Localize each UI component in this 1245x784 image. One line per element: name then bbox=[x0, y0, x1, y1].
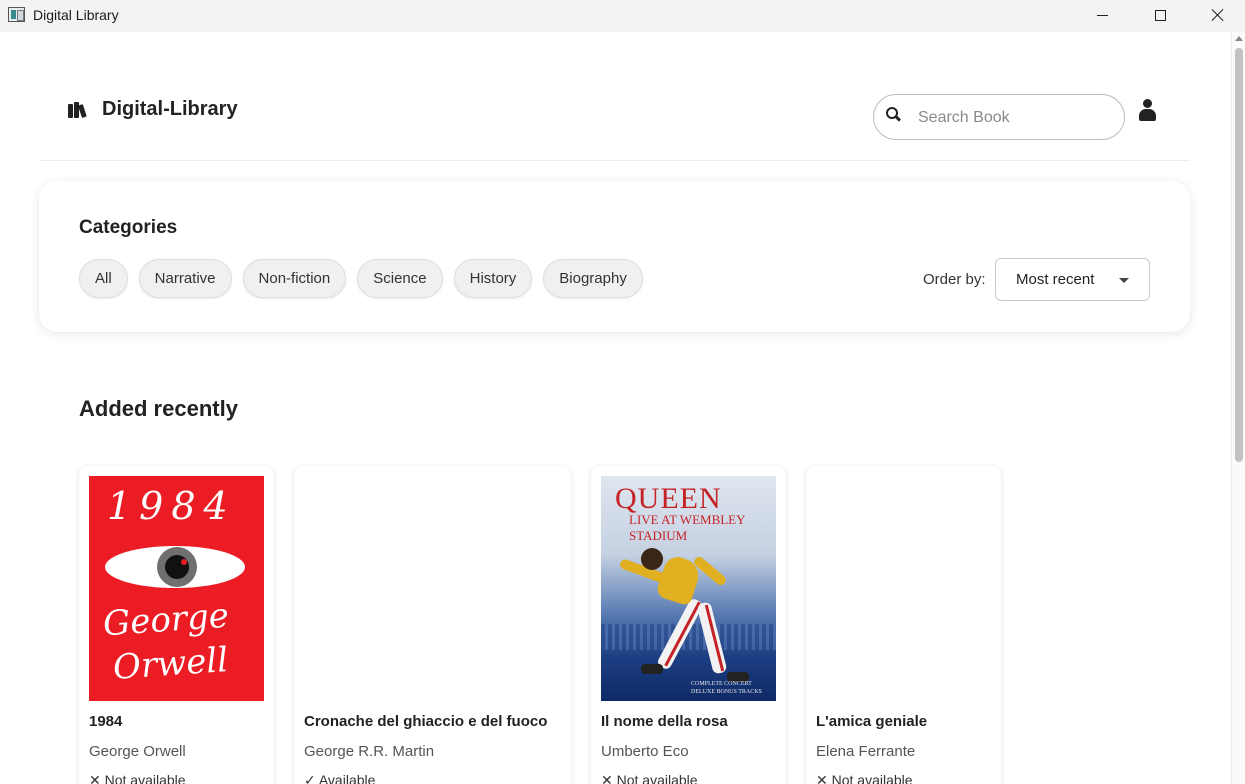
scroll-up-arrow-icon[interactable] bbox=[1235, 36, 1243, 41]
app-icon bbox=[8, 7, 25, 22]
category-chip-science[interactable]: Science bbox=[357, 259, 443, 298]
maximize-button[interactable] bbox=[1137, 0, 1183, 30]
close-icon bbox=[1211, 8, 1225, 22]
book-author: George R.R. Martin bbox=[304, 743, 435, 760]
cover-subtitle-text: LIVE AT WEMBLEY STADIUM bbox=[629, 512, 746, 543]
book-title: 1984 bbox=[89, 713, 123, 730]
book-title: Il nome della rosa bbox=[601, 713, 728, 730]
book-title: L'amica geniale bbox=[816, 713, 928, 730]
book-title: Cronache del ghiaccio e del fuoco bbox=[304, 713, 548, 730]
book-availability: ✓ Available bbox=[304, 772, 376, 784]
book-cover-image: 1984 George Orwell bbox=[89, 476, 264, 701]
scrollbar-thumb[interactable] bbox=[1235, 48, 1243, 462]
order-by-select[interactable]: Most recent bbox=[995, 258, 1150, 301]
book-availability: ✕ Not available bbox=[89, 772, 186, 784]
cover-author-text: George bbox=[101, 595, 231, 645]
book-card[interactable]: QUEEN LIVE AT WEMBLEY STADIUM COMPLETE C… bbox=[591, 466, 786, 784]
chevron-down-icon bbox=[1119, 278, 1129, 283]
category-chip-history[interactable]: History bbox=[453, 259, 533, 298]
vertical-scrollbar[interactable] bbox=[1231, 32, 1245, 784]
category-chip-narrative[interactable]: Narrative bbox=[138, 259, 232, 298]
category-chip-all[interactable]: All bbox=[79, 259, 128, 298]
book-card[interactable]: Cronache del ghiaccio e del fuoco George… bbox=[294, 466, 571, 784]
book-author: Elena Ferrante bbox=[816, 743, 916, 760]
category-chip-biography[interactable]: Biography bbox=[543, 259, 643, 298]
brand[interactable]: Digital-Library bbox=[68, 98, 238, 121]
book-card[interactable]: 1984 George Orwell 1984 George Orwell ✕ … bbox=[79, 466, 274, 784]
order-by-value: Most recent bbox=[1016, 271, 1095, 288]
cover-title-text: QUEEN bbox=[615, 482, 722, 515]
window-titlebar: Digital Library bbox=[0, 0, 1245, 32]
book-cover-image bbox=[816, 476, 991, 701]
book-cover-image: QUEEN LIVE AT WEMBLEY STADIUM COMPLETE C… bbox=[601, 476, 776, 701]
categories-title: Categories bbox=[79, 217, 178, 238]
book-availability: ✕ Not available bbox=[816, 772, 913, 784]
user-icon[interactable] bbox=[1138, 99, 1158, 123]
categories-panel: Categories All Narrative Non-fiction Sci… bbox=[39, 181, 1190, 332]
maximize-icon bbox=[1154, 9, 1166, 21]
minimize-button[interactable] bbox=[1079, 0, 1125, 30]
cover-author-text: Orwell bbox=[111, 640, 230, 688]
order-by-label: Order by: bbox=[923, 271, 986, 288]
search-icon bbox=[886, 107, 900, 121]
brand-title: Digital-Library bbox=[102, 98, 238, 120]
book-author: George Orwell bbox=[89, 743, 186, 760]
category-chips: All Narrative Non-fiction Science Histor… bbox=[79, 259, 654, 298]
book-card[interactable]: L'amica geniale Elena Ferrante ✕ Not ava… bbox=[806, 466, 1001, 784]
category-chip-non-fiction[interactable]: Non-fiction bbox=[242, 259, 347, 298]
window-title: Digital Library bbox=[33, 7, 119, 23]
section-title-added-recently: Added recently bbox=[79, 396, 238, 421]
book-availability: ✕ Not available bbox=[601, 772, 698, 784]
book-author: Umberto Eco bbox=[601, 743, 689, 760]
book-cover-image bbox=[304, 476, 561, 701]
cover-eye-illustration bbox=[105, 546, 245, 588]
cover-footer-text: COMPLETE CONCERT DELUXE BONUS TRACKS bbox=[691, 681, 762, 695]
minimize-icon bbox=[1096, 14, 1108, 16]
search-input[interactable] bbox=[918, 105, 1113, 131]
close-button[interactable] bbox=[1195, 0, 1241, 30]
search-box[interactable] bbox=[873, 94, 1125, 140]
cover-title-text: 1984 bbox=[107, 484, 236, 528]
books-icon bbox=[68, 100, 92, 120]
header-divider bbox=[40, 160, 1190, 161]
